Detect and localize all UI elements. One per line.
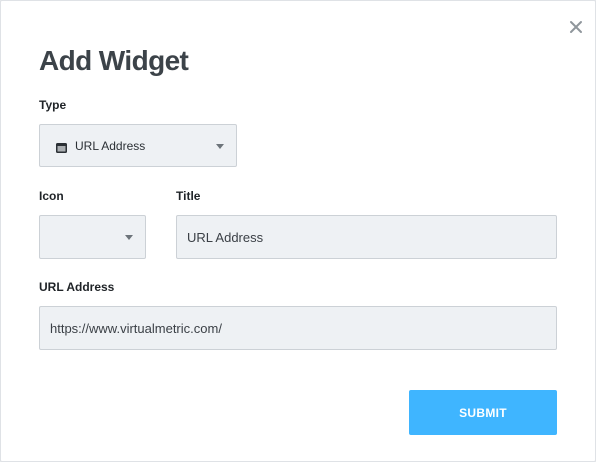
submit-button[interactable]: SUBMIT <box>409 390 557 435</box>
add-widget-dialog: Add Widget Type URL Address Icon Title U… <box>0 0 596 462</box>
chevron-down-icon <box>216 144 224 149</box>
title-label: Title <box>176 189 201 203</box>
icon-label: Icon <box>39 189 64 203</box>
type-select-value: URL Address <box>75 139 146 153</box>
url-field[interactable] <box>39 306 557 350</box>
close-icon[interactable] <box>567 18 585 36</box>
chevron-down-icon <box>125 235 133 240</box>
url-input[interactable] <box>50 307 546 349</box>
type-select[interactable]: URL Address <box>39 124 237 167</box>
title-input[interactable] <box>187 216 546 258</box>
url-label: URL Address <box>39 280 115 294</box>
dialog-title: Add Widget <box>39 45 189 76</box>
type-label: Type <box>39 98 67 112</box>
icon-select[interactable] <box>39 215 146 259</box>
widget-window-icon <box>56 140 67 153</box>
title-field[interactable] <box>176 215 557 259</box>
